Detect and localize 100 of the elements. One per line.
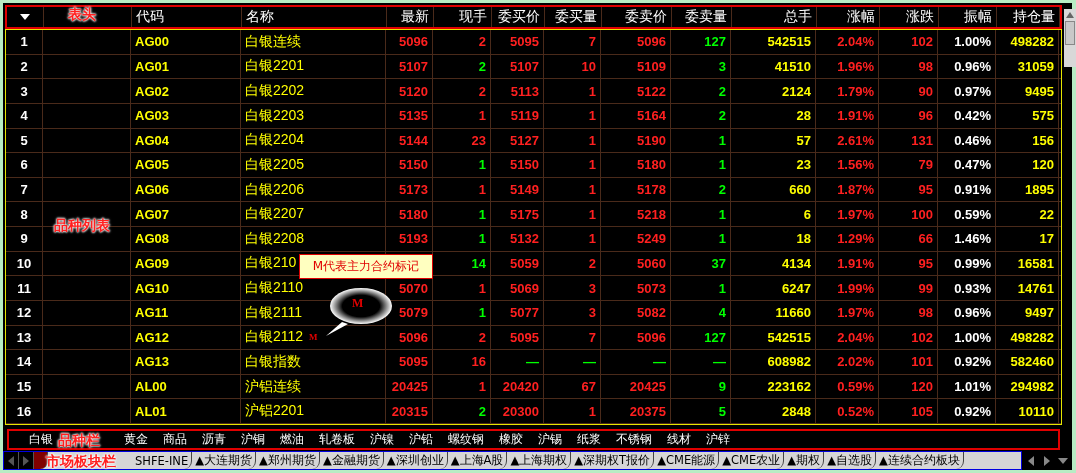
- table-cell: 2: [433, 30, 491, 54]
- table-cell: 20300: [491, 399, 544, 423]
- market-tab[interactable]: ▲郑州期货: [256, 452, 320, 469]
- column-header[interactable]: 委买价: [492, 7, 545, 27]
- table-cell: AG03: [131, 103, 241, 128]
- row-number: 8: [6, 202, 43, 226]
- table-cell: 22: [996, 202, 1059, 226]
- table-cell: 1.79%: [816, 79, 879, 103]
- market-tab[interactable]: ▲上海期权: [507, 452, 572, 469]
- table-cell: 102: [879, 325, 938, 350]
- table-cell: 3: [544, 300, 601, 325]
- main-contract-mark: M: [309, 332, 318, 343]
- table-cell: 0.46%: [938, 128, 996, 153]
- market-tab[interactable]: ▲CME能源: [654, 452, 720, 469]
- table-cell: 31059: [996, 54, 1059, 79]
- table-cell: 9495: [996, 79, 1059, 103]
- table-cell: 2.04%: [816, 325, 879, 350]
- market-tab[interactable]: ▲大连期货: [192, 452, 257, 469]
- column-header[interactable]: 名称: [242, 7, 387, 27]
- row-number: 6: [6, 153, 43, 177]
- table-cell: 0.93%: [938, 276, 996, 300]
- market-tab[interactable]: ▲深期权T报价: [571, 452, 655, 469]
- column-header[interactable]: 委卖价: [602, 7, 672, 27]
- table-cell: 99: [879, 276, 938, 300]
- table-cell: —: [671, 350, 731, 374]
- table-cell: 1: [671, 276, 731, 300]
- row-number: 1: [6, 30, 43, 54]
- table-cell: 498282: [996, 30, 1059, 54]
- column-header[interactable]: 总手: [732, 7, 817, 27]
- table-cell: 5082: [601, 300, 671, 325]
- table-cell: 5135: [386, 103, 433, 128]
- category-item[interactable]: 沪铜: [241, 431, 265, 448]
- column-header[interactable]: 现手: [434, 7, 492, 27]
- table-cell: 0.96%: [938, 300, 996, 325]
- category-item[interactable]: 螺纹钢: [448, 431, 484, 448]
- category-item[interactable]: 沪锌: [706, 431, 730, 448]
- table-cell: 2: [433, 54, 491, 79]
- table-cell: 16: [433, 350, 491, 374]
- category-item[interactable]: 轧卷板: [319, 431, 355, 448]
- table-cell: 2.04%: [816, 30, 879, 54]
- column-header[interactable]: 涨幅: [817, 7, 880, 27]
- table-cell: 白银2203: [245, 106, 305, 125]
- market-tab[interactable]: ▲CME农业: [719, 452, 785, 469]
- category-item[interactable]: 沪铅: [409, 431, 433, 448]
- category-item[interactable]: 沪镍: [370, 431, 394, 448]
- table-cell: 98: [879, 54, 938, 79]
- table-cell: 96: [879, 103, 938, 128]
- table-cell: 5122: [601, 79, 671, 103]
- category-item[interactable]: 橡胶: [499, 431, 523, 448]
- market-tab[interactable]: ▲连续合约板块: [876, 452, 964, 469]
- table-cell: 1.97%: [816, 202, 879, 226]
- table-cell: 5193: [386, 227, 433, 251]
- table-cell: 18: [731, 227, 816, 251]
- table-cell: 白银连续: [245, 32, 301, 51]
- tooltip: M代表主力合约标记: [299, 254, 433, 279]
- table-cell: 17: [996, 227, 1059, 251]
- market-tab[interactable]: SHFE-INE: [132, 452, 193, 469]
- table-cell: 127: [671, 30, 731, 54]
- column-header[interactable]: 涨跌: [880, 7, 939, 27]
- column-header[interactable]: 持仓量: [997, 7, 1060, 27]
- market-tab[interactable]: ▲期权: [784, 452, 825, 469]
- row-number: 15: [6, 374, 43, 399]
- category-item[interactable]: 沥青: [202, 431, 226, 448]
- category-item[interactable]: 不锈钢: [616, 431, 652, 448]
- table-cell: 5150: [491, 153, 544, 177]
- category-item[interactable]: 燃油: [280, 431, 304, 448]
- category-item[interactable]: 黄金: [124, 431, 148, 448]
- row-number: 16: [6, 399, 43, 423]
- table-cell: AG04: [131, 128, 241, 153]
- column-header[interactable]: 振幅: [939, 7, 997, 27]
- annotation-label: 品种列表: [54, 217, 110, 235]
- table-cell: 14761: [996, 276, 1059, 300]
- previous-icon[interactable]: [4, 452, 19, 469]
- category-item[interactable]: 纸浆: [577, 431, 601, 448]
- category-item[interactable]: 沪锡: [538, 431, 562, 448]
- table-cell: 41510: [731, 54, 816, 79]
- column-header[interactable]: 委买量: [545, 7, 602, 27]
- scrollbar[interactable]: [1064, 9, 1076, 67]
- category-item[interactable]: 商品: [163, 431, 187, 448]
- market-tab[interactable]: ▲自选股: [824, 452, 876, 469]
- table-cell: 5113: [491, 79, 544, 103]
- table-cell: 37: [671, 251, 731, 276]
- table-cell: AG12: [131, 325, 241, 350]
- table-cell: 5095: [386, 350, 433, 374]
- market-tab[interactable]: [34, 452, 48, 469]
- table-cell: 白银2201: [245, 57, 305, 76]
- table-cell: 白银2111: [245, 303, 303, 322]
- table-cell: 白银2205: [245, 155, 305, 174]
- column-header[interactable]: 委卖量: [672, 7, 732, 27]
- market-tab[interactable]: ▲上海A股: [447, 452, 508, 469]
- row-number: 11: [6, 276, 43, 300]
- column-header[interactable]: 最新: [387, 7, 434, 27]
- table-cell: 1: [433, 374, 491, 399]
- table-cell: 1: [433, 227, 491, 251]
- column-header[interactable]: 代码: [132, 7, 242, 27]
- category-item[interactable]: 线材: [667, 431, 691, 448]
- market-tab[interactable]: ▲深圳创业: [383, 452, 448, 469]
- dropdown-icon[interactable]: [19, 13, 31, 21]
- category-item[interactable]: 白银: [29, 431, 53, 448]
- table-cell: 白银2202: [245, 82, 305, 101]
